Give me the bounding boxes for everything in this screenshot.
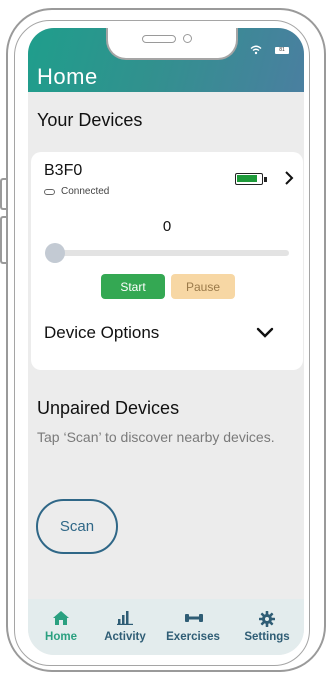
tab-home-label: Home <box>45 631 77 643</box>
intensity-slider-thumb[interactable] <box>45 243 65 263</box>
battery-icon <box>235 173 263 185</box>
bottom-tab-bar: Home Activity Exercises Settings <box>28 599 304 655</box>
app-screen: 81 Home Your Devices B3F0 Connected 0 St… <box>28 28 304 655</box>
volume-up-button-hardware <box>0 178 6 210</box>
chevron-down-icon <box>253 320 277 344</box>
connection-status-label: Connected <box>61 186 110 197</box>
intensity-slider-track[interactable] <box>48 250 289 256</box>
device-card: B3F0 Connected 0 Start Pause Device Opti… <box>31 152 303 370</box>
dumbbell-icon <box>185 611 203 625</box>
tab-home[interactable]: Home <box>32 599 90 655</box>
status-battery-icon: 81 <box>275 47 289 54</box>
start-button[interactable]: Start <box>101 274 165 299</box>
phone-notch <box>106 28 238 60</box>
unpaired-devices-heading: Unpaired Devices <box>37 398 180 418</box>
chevron-right-icon[interactable] <box>278 167 300 189</box>
tab-activity[interactable]: Activity <box>94 599 156 655</box>
tab-settings-label: Settings <box>244 631 290 643</box>
gear-icon <box>259 611 275 627</box>
speaker-grille <box>142 35 176 43</box>
device-options-toggle[interactable]: Device Options <box>31 316 303 352</box>
battery-level-fill <box>237 175 257 182</box>
device-options-label: Device Options <box>44 323 160 342</box>
camera-icon <box>183 34 192 43</box>
home-icon <box>53 611 69 625</box>
connection-status: Connected <box>44 186 109 197</box>
battery-tip <box>264 177 267 182</box>
page-title: Home <box>37 64 98 89</box>
your-devices-heading: Your Devices <box>37 110 143 130</box>
tab-settings[interactable]: Settings <box>234 599 300 655</box>
tab-exercises[interactable]: Exercises <box>160 599 226 655</box>
wifi-icon <box>250 45 262 58</box>
volume-down-button-hardware <box>0 216 6 264</box>
scan-button[interactable]: Scan <box>36 499 118 554</box>
device-value: 0 <box>162 218 172 235</box>
unpaired-description: Tap ‘Scan’ to discover nearby devices. <box>37 429 275 445</box>
tab-activity-label: Activity <box>104 631 146 643</box>
device-name: B3F0 <box>44 162 83 179</box>
tab-exercises-label: Exercises <box>166 631 220 643</box>
pause-button[interactable]: Pause <box>171 274 235 299</box>
link-icon <box>44 188 55 195</box>
bar-chart-icon <box>117 611 133 625</box>
